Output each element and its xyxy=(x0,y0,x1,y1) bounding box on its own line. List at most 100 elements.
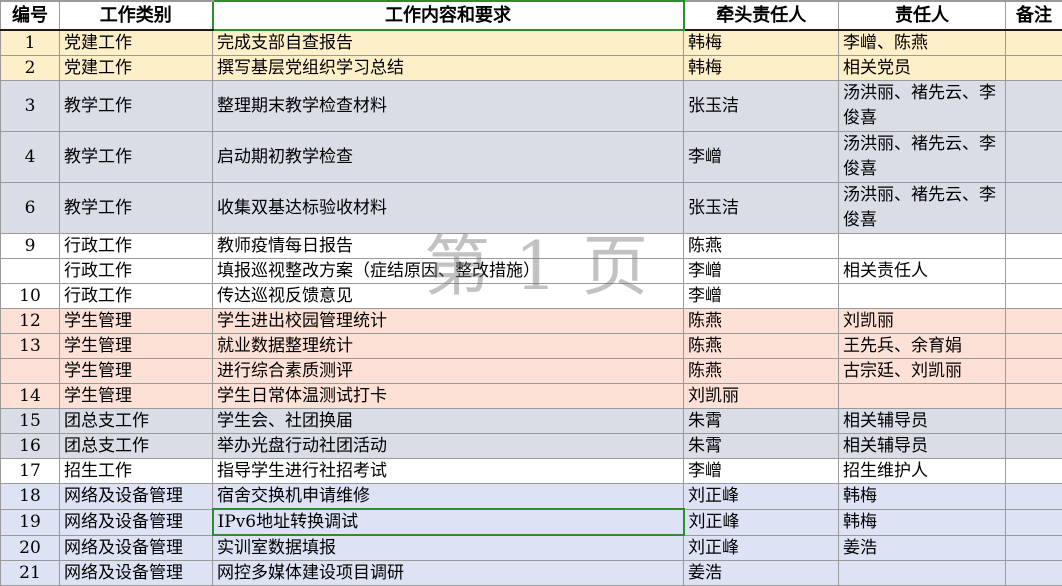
cell-note[interactable] xyxy=(1006,509,1062,535)
cell-owner[interactable] xyxy=(839,384,1006,409)
cell-content[interactable]: 启动期初教学检查 xyxy=(213,132,684,183)
cell-content[interactable]: 学生日常体温测试打卡 xyxy=(213,384,684,409)
cell-note[interactable] xyxy=(1006,284,1062,309)
cell-note[interactable] xyxy=(1006,561,1062,586)
cell-content[interactable]: 宿舍交换机申请维修 xyxy=(213,484,684,510)
cell-category[interactable]: 教学工作 xyxy=(60,81,213,132)
cell-lead[interactable]: 刘正峰 xyxy=(684,509,839,535)
cell-category[interactable]: 学生管理 xyxy=(60,384,213,409)
cell-id[interactable]: 20 xyxy=(1,535,60,561)
cell-owner[interactable] xyxy=(839,561,1006,586)
cell-category[interactable]: 网络及设备管理 xyxy=(60,484,213,510)
cell-content[interactable]: 学生进出校园管理统计 xyxy=(213,309,684,334)
cell-content[interactable]: 学生会、社团换届 xyxy=(213,409,684,434)
cell-category[interactable]: 招生工作 xyxy=(60,459,213,484)
header-cell-lead[interactable]: 牵头责任人 xyxy=(684,1,839,30)
cell-id[interactable]: 14 xyxy=(1,384,60,409)
cell-note[interactable] xyxy=(1006,334,1062,359)
cell-id[interactable]: 19 xyxy=(1,509,60,535)
cell-note[interactable] xyxy=(1006,434,1062,459)
cell-id[interactable] xyxy=(1,259,60,284)
cell-owner[interactable]: 相关辅导员 xyxy=(839,434,1006,459)
cell-content[interactable]: 教师疫情每日报告 xyxy=(213,234,684,259)
cell-note[interactable] xyxy=(1006,535,1062,561)
cell-owner[interactable]: 汤洪丽、褚先云、李俊喜 xyxy=(839,183,1006,234)
cell-category[interactable]: 网络及设备管理 xyxy=(60,561,213,586)
cell-owner[interactable]: 王先兵、余育娟 xyxy=(839,334,1006,359)
cell-id[interactable]: 17 xyxy=(1,459,60,484)
cell-owner[interactable]: 刘凯丽 xyxy=(839,309,1006,334)
cell-lead[interactable]: 李嶒 xyxy=(684,284,839,309)
cell-lead[interactable]: 李嶒 xyxy=(684,459,839,484)
cell-category[interactable]: 党建工作 xyxy=(60,56,213,81)
cell-owner[interactable]: 相关党员 xyxy=(839,56,1006,81)
cell-lead[interactable]: 朱霄 xyxy=(684,434,839,459)
cell-note[interactable] xyxy=(1006,309,1062,334)
cell-id[interactable]: 18 xyxy=(1,484,60,510)
header-cell-id[interactable]: 编号 xyxy=(1,1,60,30)
cell-id[interactable]: 6 xyxy=(1,183,60,234)
cell-lead[interactable]: 刘正峰 xyxy=(684,535,839,561)
cell-category[interactable]: 党建工作 xyxy=(60,30,213,56)
cell-content[interactable]: 网控多媒体建设项目调研 xyxy=(213,561,684,586)
cell-id[interactable]: 21 xyxy=(1,561,60,586)
cell-content[interactable]: 填报巡视整改方案（症结原因、整改措施） xyxy=(213,259,684,284)
cell-id[interactable]: 9 xyxy=(1,234,60,259)
cell-note[interactable] xyxy=(1006,409,1062,434)
cell-category[interactable]: 行政工作 xyxy=(60,259,213,284)
cell-owner[interactable]: 李嶒、陈燕 xyxy=(839,30,1006,56)
cell-note[interactable] xyxy=(1006,56,1062,81)
cell-id[interactable]: 16 xyxy=(1,434,60,459)
cell-note[interactable] xyxy=(1006,359,1062,384)
cell-category[interactable]: 教学工作 xyxy=(60,132,213,183)
cell-id[interactable]: 2 xyxy=(1,56,60,81)
cell-content[interactable]: 指导学生进行社招考试 xyxy=(213,459,684,484)
cell-note[interactable] xyxy=(1006,484,1062,510)
cell-owner[interactable]: 相关辅导员 xyxy=(839,409,1006,434)
cell-id[interactable] xyxy=(1,359,60,384)
cell-owner[interactable] xyxy=(839,284,1006,309)
cell-id[interactable]: 15 xyxy=(1,409,60,434)
header-cell-content[interactable]: 工作内容和要求 xyxy=(213,1,684,30)
cell-category[interactable]: 学生管理 xyxy=(60,359,213,384)
header-cell-category[interactable]: 工作类别 xyxy=(60,1,213,30)
cell-lead[interactable]: 陈燕 xyxy=(684,309,839,334)
cell-lead[interactable]: 刘正峰 xyxy=(684,484,839,510)
cell-owner[interactable]: 古宗廷、刘凯丽 xyxy=(839,359,1006,384)
cell-lead[interactable]: 李嶒 xyxy=(684,132,839,183)
cell-lead[interactable]: 姜浩 xyxy=(684,561,839,586)
cell-id[interactable]: 13 xyxy=(1,334,60,359)
cell-owner[interactable]: 韩梅 xyxy=(839,484,1006,510)
header-cell-note[interactable]: 备注 xyxy=(1006,1,1062,30)
cell-category[interactable]: 网络及设备管理 xyxy=(60,535,213,561)
cell-content[interactable]: 撰写基层党组织学习总结 xyxy=(213,56,684,81)
cell-lead[interactable]: 张玉洁 xyxy=(684,183,839,234)
cell-owner[interactable]: 相关责任人 xyxy=(839,259,1006,284)
cell-category[interactable]: 团总支工作 xyxy=(60,409,213,434)
cell-owner[interactable]: 姜浩 xyxy=(839,535,1006,561)
cell-content[interactable]: 完成支部自查报告 xyxy=(213,30,684,56)
cell-note[interactable] xyxy=(1006,81,1062,132)
cell-category[interactable]: 行政工作 xyxy=(60,234,213,259)
cell-note[interactable] xyxy=(1006,259,1062,284)
cell-id[interactable]: 3 xyxy=(1,81,60,132)
cell-content[interactable]: 收集双基达标验收材料 xyxy=(213,183,684,234)
cell-content[interactable]: 整理期末教学检查材料 xyxy=(213,81,684,132)
cell-lead[interactable]: 朱霄 xyxy=(684,409,839,434)
cell-note[interactable] xyxy=(1006,183,1062,234)
cell-owner[interactable] xyxy=(839,234,1006,259)
cell-owner[interactable]: 汤洪丽、褚先云、李俊喜 xyxy=(839,81,1006,132)
selected-cell-content[interactable]: IPv6地址转换调试 xyxy=(213,509,684,535)
cell-category[interactable]: 网络及设备管理 xyxy=(60,509,213,535)
cell-lead[interactable]: 陈燕 xyxy=(684,359,839,384)
cell-id[interactable]: 1 xyxy=(1,30,60,56)
cell-lead[interactable]: 陈燕 xyxy=(684,234,839,259)
cell-owner[interactable]: 韩梅 xyxy=(839,509,1006,535)
cell-lead[interactable]: 韩梅 xyxy=(684,56,839,81)
cell-id[interactable]: 10 xyxy=(1,284,60,309)
cell-content[interactable]: 就业数据整理统计 xyxy=(213,334,684,359)
cell-note[interactable] xyxy=(1006,30,1062,56)
cell-lead[interactable]: 韩梅 xyxy=(684,30,839,56)
cell-id[interactable]: 4 xyxy=(1,132,60,183)
cell-category[interactable]: 教学工作 xyxy=(60,183,213,234)
